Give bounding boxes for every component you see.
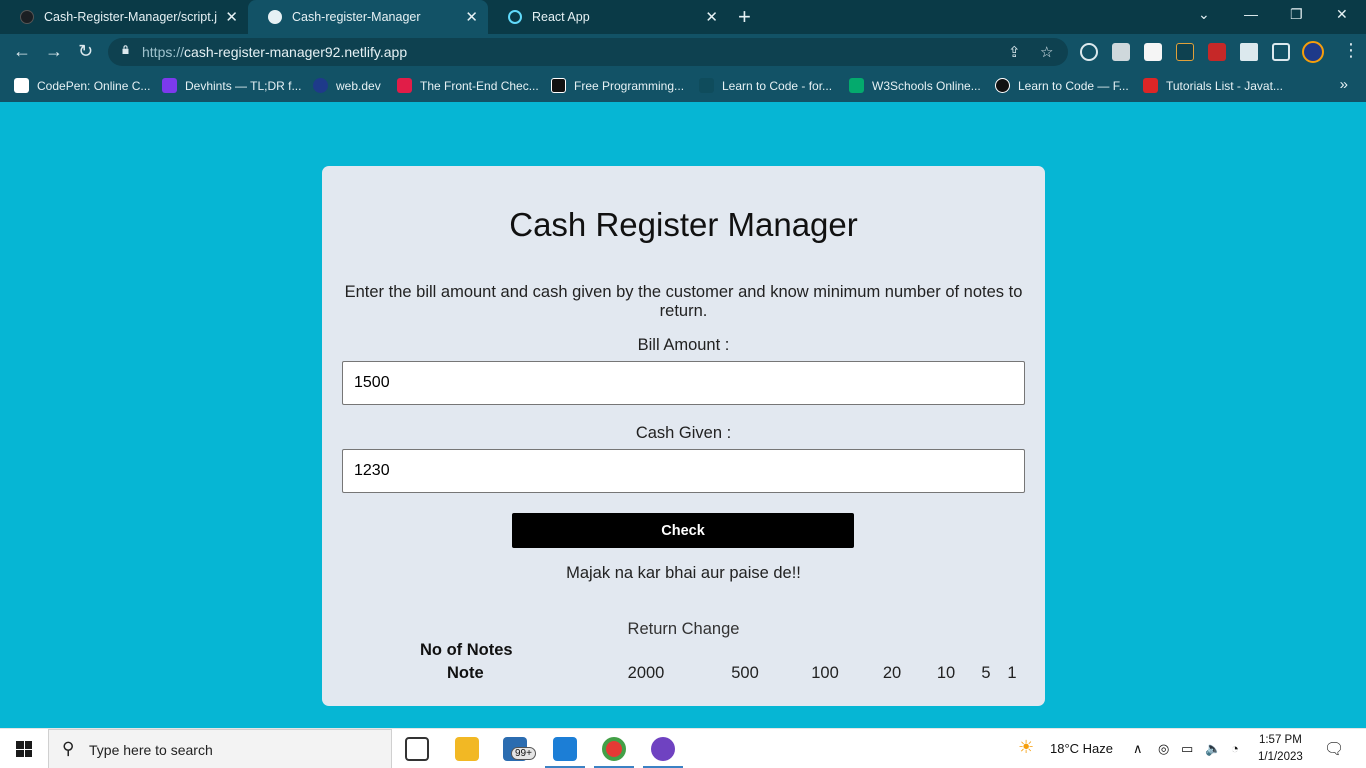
taskbar-search-box[interactable]: ⚲ Type here to search xyxy=(48,729,392,768)
chrome-icon[interactable] xyxy=(602,737,626,761)
webdev-icon xyxy=(313,78,328,93)
meet-now-icon[interactable]: ◎ xyxy=(1158,741,1169,757)
system-clock[interactable]: 1:57 PM 1/1/2023 xyxy=(1258,732,1303,766)
tab-search-icon[interactable]: ⌄ xyxy=(1198,6,1210,23)
bill-amount-input[interactable] xyxy=(342,361,1025,405)
bookmark-frontend-checklist[interactable]: The Front-End Chec... xyxy=(397,78,539,93)
codepen-icon xyxy=(14,78,29,93)
weather-icon[interactable]: ☀ xyxy=(1018,737,1034,758)
bookmark-free-programming[interactable]: Free Programming... xyxy=(551,78,684,93)
bookmark-learn-to-code[interactable]: Learn to Code - for... xyxy=(699,78,832,93)
note-header: Note xyxy=(447,664,484,682)
note-value: 100 xyxy=(811,664,839,682)
check-button[interactable]: Check xyxy=(512,513,854,548)
w3schools-icon xyxy=(849,78,864,93)
bill-amount-label: Bill Amount : xyxy=(637,336,730,354)
note-value: 5 xyxy=(981,664,991,682)
cash-given-input[interactable] xyxy=(342,449,1025,493)
clock-date: 1/1/2023 xyxy=(1258,751,1303,763)
return-change-caption: Return Change xyxy=(627,620,740,638)
menu-kebab-icon[interactable]: ⋮ xyxy=(1342,40,1360,61)
extensions-puzzle-icon[interactable] xyxy=(1240,43,1258,61)
cash-given-label: Cash Given : xyxy=(635,424,732,442)
bookmark-w3schools[interactable]: W3Schools Online... xyxy=(849,78,981,93)
forward-button[interactable]: → xyxy=(45,41,63,62)
weather-text[interactable]: 18°C Haze xyxy=(1050,741,1113,756)
globe-icon xyxy=(268,10,282,24)
lock-icon xyxy=(122,45,129,54)
show-hidden-icons[interactable]: ∧ xyxy=(1133,741,1143,757)
side-panel-icon[interactable] xyxy=(1272,43,1290,61)
task-view-icon[interactable] xyxy=(405,737,429,761)
battery-icon[interactable]: ▭ xyxy=(1181,741,1193,757)
note-value: 10 xyxy=(936,664,956,682)
profile-avatar[interactable] xyxy=(1302,41,1324,63)
error-message: Majak na kar bhai aur paise de!! xyxy=(566,564,801,582)
github-desktop-icon[interactable] xyxy=(651,737,675,761)
close-tab-icon[interactable]: ✕ xyxy=(465,8,478,26)
volume-icon[interactable]: 🔈 xyxy=(1205,741,1221,757)
mail-badge: 99+ xyxy=(511,747,536,760)
wifi-icon[interactable]: ◔ xyxy=(1231,741,1239,756)
notifications-icon[interactable]: 🗨 xyxy=(1324,739,1344,759)
devhints-icon xyxy=(162,78,177,93)
freecodecamp-icon xyxy=(995,78,1010,93)
clock-time: 1:57 PM xyxy=(1258,734,1302,746)
bookmark-codepen[interactable]: CodePen: Online C... xyxy=(14,78,150,93)
vscode-icon[interactable] xyxy=(553,737,577,761)
minimize-button[interactable]: — xyxy=(1244,6,1258,22)
back-button[interactable]: ← xyxy=(13,41,31,62)
windows-start-icon[interactable] xyxy=(16,741,32,757)
note-value: 2000 xyxy=(627,664,665,682)
tab-react-app[interactable]: React App ✕ xyxy=(488,0,728,34)
page-background: Cash Register Manager Enter the bill amo… xyxy=(0,102,1366,728)
cash-register-card: Cash Register Manager Enter the bill amo… xyxy=(322,166,1045,706)
restore-button[interactable]: ❐ xyxy=(1290,6,1303,23)
bookmark-tutorials-list[interactable]: Tutorials List - Javat... xyxy=(1143,78,1283,93)
file-explorer-icon[interactable] xyxy=(455,737,479,761)
github-icon xyxy=(20,10,34,24)
bookmark-site-icon xyxy=(551,78,566,93)
json-extension-icon[interactable] xyxy=(1176,43,1194,61)
close-tab-icon[interactable]: ✕ xyxy=(225,8,238,26)
windows-taskbar: ⚲ Type here to search 99+ ☀ 18°C Haze ∧ … xyxy=(0,728,1366,768)
search-icon: ⚲ xyxy=(62,739,75,758)
note-value: 500 xyxy=(731,664,759,682)
address-bar[interactable]: https://cash-register-manager92.netlify.… xyxy=(108,38,1068,66)
camera-extension-icon[interactable] xyxy=(1112,43,1130,61)
tab-script-js[interactable]: Cash-Register-Manager/script.js ✕ xyxy=(0,0,248,34)
bookmark-star-icon[interactable]: ☆ xyxy=(1040,43,1053,61)
react-devtools-extension-icon[interactable] xyxy=(1080,43,1098,61)
browser-tab-strip: Cash-Register-Manager/script.js ✕ Cash-r… xyxy=(0,0,1366,34)
description-text: Enter the bill amount and cash given by … xyxy=(344,283,1023,320)
browser-toolbar: ← → ↻ https://cash-register-manager92.ne… xyxy=(0,34,1366,70)
react-icon xyxy=(508,10,522,24)
pdf-extension-icon[interactable] xyxy=(1208,43,1226,61)
more-bookmarks-button[interactable]: » xyxy=(1340,76,1348,93)
reload-button[interactable]: ↻ xyxy=(78,41,93,62)
page-title: Cash Register Manager xyxy=(509,206,858,243)
url-text: https://cash-register-manager92.netlify.… xyxy=(142,44,408,60)
note-value: 20 xyxy=(882,664,902,682)
javatpoint-icon xyxy=(1143,78,1158,93)
bookmark-devhints[interactable]: Devhints — TL;DR f... xyxy=(162,78,301,93)
close-tab-icon[interactable]: ✕ xyxy=(705,8,718,26)
share-icon[interactable]: ⇪ xyxy=(1008,43,1021,61)
freecodecamp-icon xyxy=(699,78,714,93)
no-of-notes-header: No of Notes xyxy=(420,641,513,659)
avatar-extension-icon[interactable] xyxy=(1144,43,1162,61)
new-tab-button[interactable]: + xyxy=(738,4,751,30)
close-window-button[interactable]: ✕ xyxy=(1336,6,1348,23)
search-placeholder: Type here to search xyxy=(89,742,213,758)
bookmarks-bar: CodePen: Online C... Devhints — TL;DR f.… xyxy=(0,70,1366,102)
bookmark-webdev[interactable]: web.dev xyxy=(313,78,381,93)
tab-cash-register-manager[interactable]: Cash-register-Manager ✕ xyxy=(248,0,488,34)
note-value: 1 xyxy=(1007,664,1017,682)
bookmark-learn-to-code-f[interactable]: Learn to Code — F... xyxy=(995,78,1129,93)
checkmark-icon xyxy=(397,78,412,93)
